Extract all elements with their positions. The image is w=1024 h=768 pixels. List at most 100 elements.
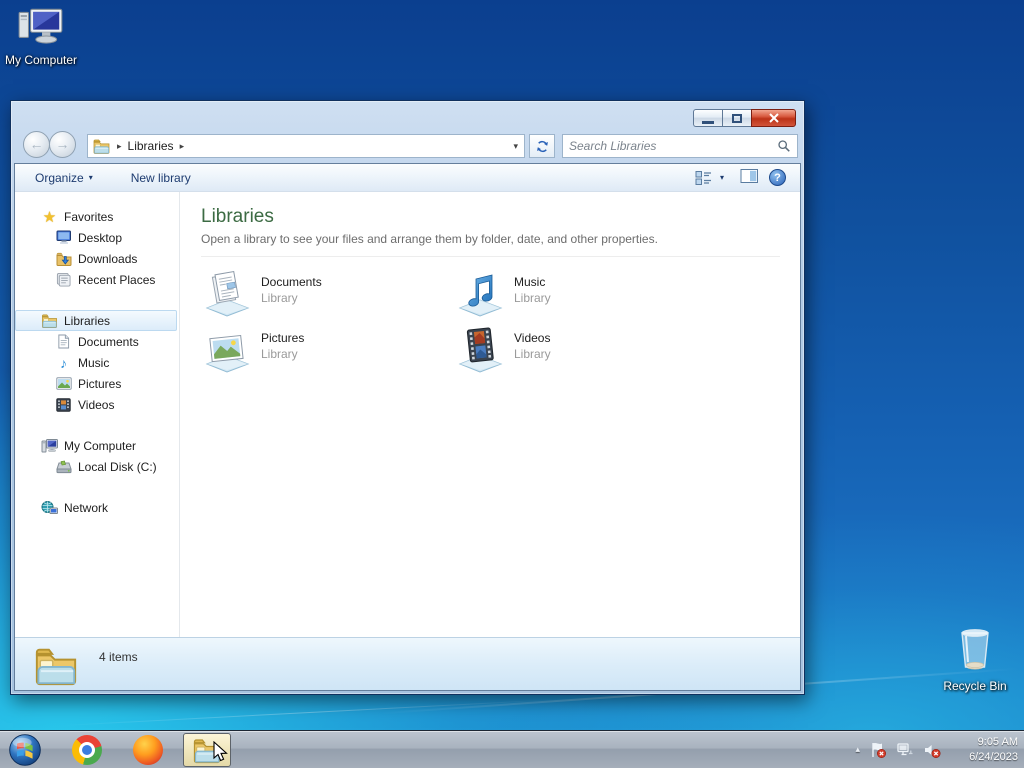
- navigation-bar: ← → ▸ Libraries ▸ ▾: [11, 129, 804, 163]
- tray-clock[interactable]: 9:05 AM 6/24/2023: [954, 735, 1018, 764]
- organize-dropdown-icon: ▾: [88, 173, 93, 182]
- videos-library-icon: [459, 327, 502, 373]
- explorer-body: ★ Favorites Desktop Downloads Recent Pla…: [15, 192, 800, 637]
- sidebar-item-downloads[interactable]: Downloads: [15, 248, 179, 269]
- preview-pane-button[interactable]: [740, 168, 759, 187]
- library-tile-music[interactable]: Music Library: [454, 269, 707, 325]
- videos-icon: [55, 396, 72, 413]
- address-dropdown-icon[interactable]: ▾: [513, 141, 518, 152]
- clock-date: 6/24/2023: [969, 750, 1018, 763]
- refresh-icon: [536, 140, 548, 152]
- chrome-taskbar-icon[interactable]: [72, 734, 102, 765]
- sidebar-item-local-disk[interactable]: Local Disk (C:): [15, 456, 179, 477]
- navigation-pane: ★ Favorites Desktop Downloads Recent Pla…: [15, 192, 180, 637]
- content-pane: Libraries Open a library to see your fil…: [181, 192, 800, 637]
- sidebar-label: Documents: [78, 334, 139, 349]
- search-icon: [778, 140, 790, 152]
- action-center-flag-icon[interactable]: [869, 741, 887, 759]
- search-input[interactable]: [569, 139, 777, 153]
- organize-label: Organize: [35, 170, 84, 185]
- library-kind: Library: [261, 347, 298, 361]
- minimize-button[interactable]: [693, 109, 722, 127]
- sidebar-item-pictures[interactable]: Pictures: [15, 373, 179, 394]
- desktop-icon-recycle-bin[interactable]: Recycle Bin: [936, 626, 1014, 693]
- maximize-button[interactable]: [722, 109, 751, 127]
- libraries-folder-large-icon: [35, 648, 77, 686]
- sidebar-item-favorites[interactable]: ★ Favorites: [15, 206, 179, 227]
- breadcrumb-chevron-icon[interactable]: ▸: [180, 141, 185, 152]
- sidebar-item-my-computer[interactable]: My Computer: [15, 435, 179, 456]
- sidebar-label: Libraries: [64, 313, 111, 328]
- status-bar: 4 items: [15, 637, 800, 690]
- new-library-button[interactable]: New library: [125, 168, 197, 188]
- explorer-taskbar-button[interactable]: [183, 732, 231, 767]
- library-name: Pictures: [261, 331, 305, 345]
- refresh-button[interactable]: [529, 134, 555, 158]
- window-titlebar[interactable]: [11, 101, 804, 129]
- preview-pane-icon: [740, 169, 758, 183]
- search-box[interactable]: [562, 134, 798, 158]
- content-header: Libraries Open a library to see your fil…: [201, 206, 780, 257]
- back-button[interactable]: ←: [23, 131, 50, 158]
- desktop-icon-my-computer[interactable]: My Computer: [2, 8, 80, 67]
- breadcrumb-libraries[interactable]: Libraries: [128, 139, 174, 153]
- sidebar-item-recent-places[interactable]: Recent Places: [15, 269, 179, 290]
- sidebar-item-documents[interactable]: Documents: [15, 331, 179, 352]
- documents-library-icon: [206, 270, 249, 317]
- volume-tray-icon[interactable]: [923, 741, 941, 759]
- views-button[interactable]: ▾: [689, 167, 730, 189]
- network-tray-icon[interactable]: [896, 741, 914, 759]
- clock-time: 9:05 AM: [977, 736, 1018, 749]
- library-tiles: Documents Library Music Library Pictures…: [201, 269, 780, 381]
- library-tile-pictures[interactable]: Pictures Library: [201, 325, 454, 381]
- sidebar-label: Favorites: [64, 209, 114, 224]
- sidebar-item-libraries[interactable]: Libraries: [15, 310, 177, 331]
- command-toolbar: Organize ▾ New library ▾ ?: [15, 164, 800, 192]
- star-icon: ★: [42, 208, 57, 226]
- sidebar-label: Desktop: [78, 230, 123, 245]
- library-name: Documents: [261, 275, 322, 289]
- desktop-monitor-icon: [55, 229, 72, 246]
- desktop-icon-label: My Computer: [4, 53, 78, 67]
- sidebar-item-videos[interactable]: Videos: [15, 394, 179, 415]
- forward-icon: →: [55, 136, 70, 152]
- maximize-icon: [732, 113, 742, 123]
- sidebar-label: My Computer: [64, 438, 137, 453]
- close-icon: [768, 113, 779, 123]
- firefox-taskbar-icon[interactable]: [133, 734, 163, 765]
- music-library-icon: [459, 274, 502, 317]
- library-tile-documents[interactable]: Documents Library: [201, 269, 454, 325]
- address-bar[interactable]: ▸ Libraries ▸ ▾: [87, 134, 525, 158]
- explorer-window: ← → ▸ Libraries ▸ ▾ Search Libraries Org…: [10, 100, 805, 695]
- back-icon: ←: [29, 136, 44, 152]
- organize-button[interactable]: Organize ▾: [29, 168, 99, 188]
- my-computer-icon: [18, 8, 63, 44]
- wallpaper-streak: [60, 698, 560, 727]
- sidebar-item-desktop[interactable]: Desktop: [15, 227, 179, 248]
- show-hidden-icons-button[interactable]: ▴: [855, 744, 860, 755]
- pictures-library-icon: [206, 334, 249, 373]
- explorer-icon: [193, 738, 221, 763]
- library-kind: Library: [261, 291, 298, 305]
- sidebar-item-network[interactable]: Network: [15, 497, 179, 518]
- libraries-icon: [41, 312, 58, 329]
- documents-icon: [55, 333, 72, 350]
- sidebar-label: Downloads: [78, 251, 138, 266]
- start-button[interactable]: [8, 733, 42, 767]
- music-note-icon: ♪: [60, 354, 67, 371]
- sidebar-label: Music: [78, 355, 110, 370]
- network-icon: [41, 499, 58, 516]
- sidebar-label: Network: [64, 500, 109, 515]
- library-tile-videos[interactable]: Videos Library: [454, 325, 707, 381]
- help-button[interactable]: ?: [769, 169, 786, 186]
- library-name: Music: [514, 275, 546, 289]
- help-icon: ?: [774, 172, 781, 184]
- desktop-icon-label: Recycle Bin: [943, 679, 1007, 693]
- sidebar-item-music[interactable]: ♪ Music: [15, 352, 179, 373]
- taskbar: ▴ 9:05 AM 6/24/2023: [0, 730, 1024, 768]
- close-button[interactable]: [751, 109, 796, 127]
- chrome-icon-core: [82, 744, 92, 755]
- local-disk-icon: [55, 458, 72, 475]
- window-client-area: Organize ▾ New library ▾ ? ★ Favorites D…: [14, 163, 801, 691]
- forward-button[interactable]: →: [49, 131, 76, 158]
